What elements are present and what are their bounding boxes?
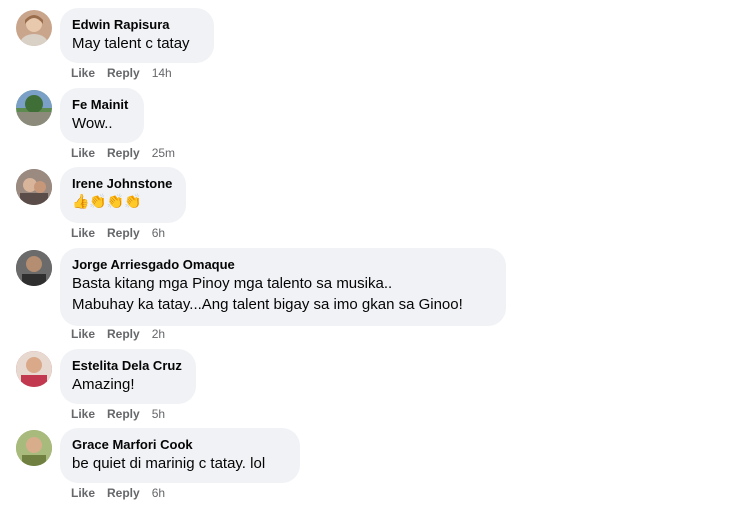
comment-text: 👍👏👏👏 [72,194,142,210]
comment-text-line-2: Mabuhay ka tatay...Ang talent bigay sa i… [72,296,463,313]
comment-timestamp[interactable]: 6h [152,225,165,241]
like-button[interactable]: Like [71,326,95,342]
comment-author[interactable]: Irene Johnstone [72,175,174,192]
reply-button[interactable]: Reply [107,406,140,422]
comment-text: Wow.. [72,115,113,132]
comment-timestamp[interactable]: 5h [152,406,165,422]
comment-bubble: Grace Marfori Cook be quiet di marinig c… [60,428,300,483]
comment-timestamp[interactable]: 14h [152,65,172,81]
reply-button[interactable]: Reply [107,485,140,501]
comment-bubble: Irene Johnstone 👍👏👏👏 [60,167,186,223]
comment-actions: Like Reply 14h [71,65,172,81]
like-button[interactable]: Like [71,65,95,81]
reply-button[interactable]: Reply [107,225,140,241]
avatar[interactable] [16,430,52,466]
comment-author[interactable]: Estelita Dela Cruz [72,357,184,374]
avatar[interactable] [16,351,52,387]
comment-text-line-1: Basta kitang mga Pinoy mga talento sa mu… [72,275,393,292]
comment-actions: Like Reply 6h [71,225,165,241]
comment-author[interactable]: Fe Mainit [72,96,132,113]
like-button[interactable]: Like [71,145,95,161]
avatar[interactable] [16,10,52,46]
reply-button[interactable]: Reply [107,326,140,342]
comment-bubble: Edwin Rapisura May talent c tatay [60,8,214,63]
comment-actions: Like Reply 2h [71,326,165,342]
comment-author[interactable]: Edwin Rapisura [72,16,202,33]
avatar[interactable] [16,90,52,126]
comment-text: be quiet di marinig c tatay. lol [72,455,266,472]
comment-timestamp[interactable]: 2h [152,326,165,342]
comment-actions: Like Reply 5h [71,406,165,422]
comment-bubble: Fe Mainit Wow.. [60,88,144,143]
like-button[interactable]: Like [71,485,95,501]
avatar[interactable] [16,169,52,205]
comment-timestamp[interactable]: 25m [152,145,175,161]
like-button[interactable]: Like [71,225,95,241]
reply-button[interactable]: Reply [107,65,140,81]
comment-text: Amazing! [72,376,135,393]
comment-actions: Like Reply 6h [71,485,165,501]
like-button[interactable]: Like [71,406,95,422]
comment-author[interactable]: Grace Marfori Cook [72,436,288,453]
comment-bubble: Estelita Dela Cruz Amazing! [60,349,196,404]
avatar[interactable] [16,250,52,286]
comment-actions: Like Reply 25m [71,145,175,161]
comment-author[interactable]: Jorge Arriesgado Omaque [72,256,494,273]
reply-button[interactable]: Reply [107,145,140,161]
comment-timestamp[interactable]: 6h [152,485,165,501]
comment-bubble: Jorge Arriesgado Omaque Basta kitang mga… [60,248,506,326]
comment-text: May talent c tatay [72,35,190,52]
